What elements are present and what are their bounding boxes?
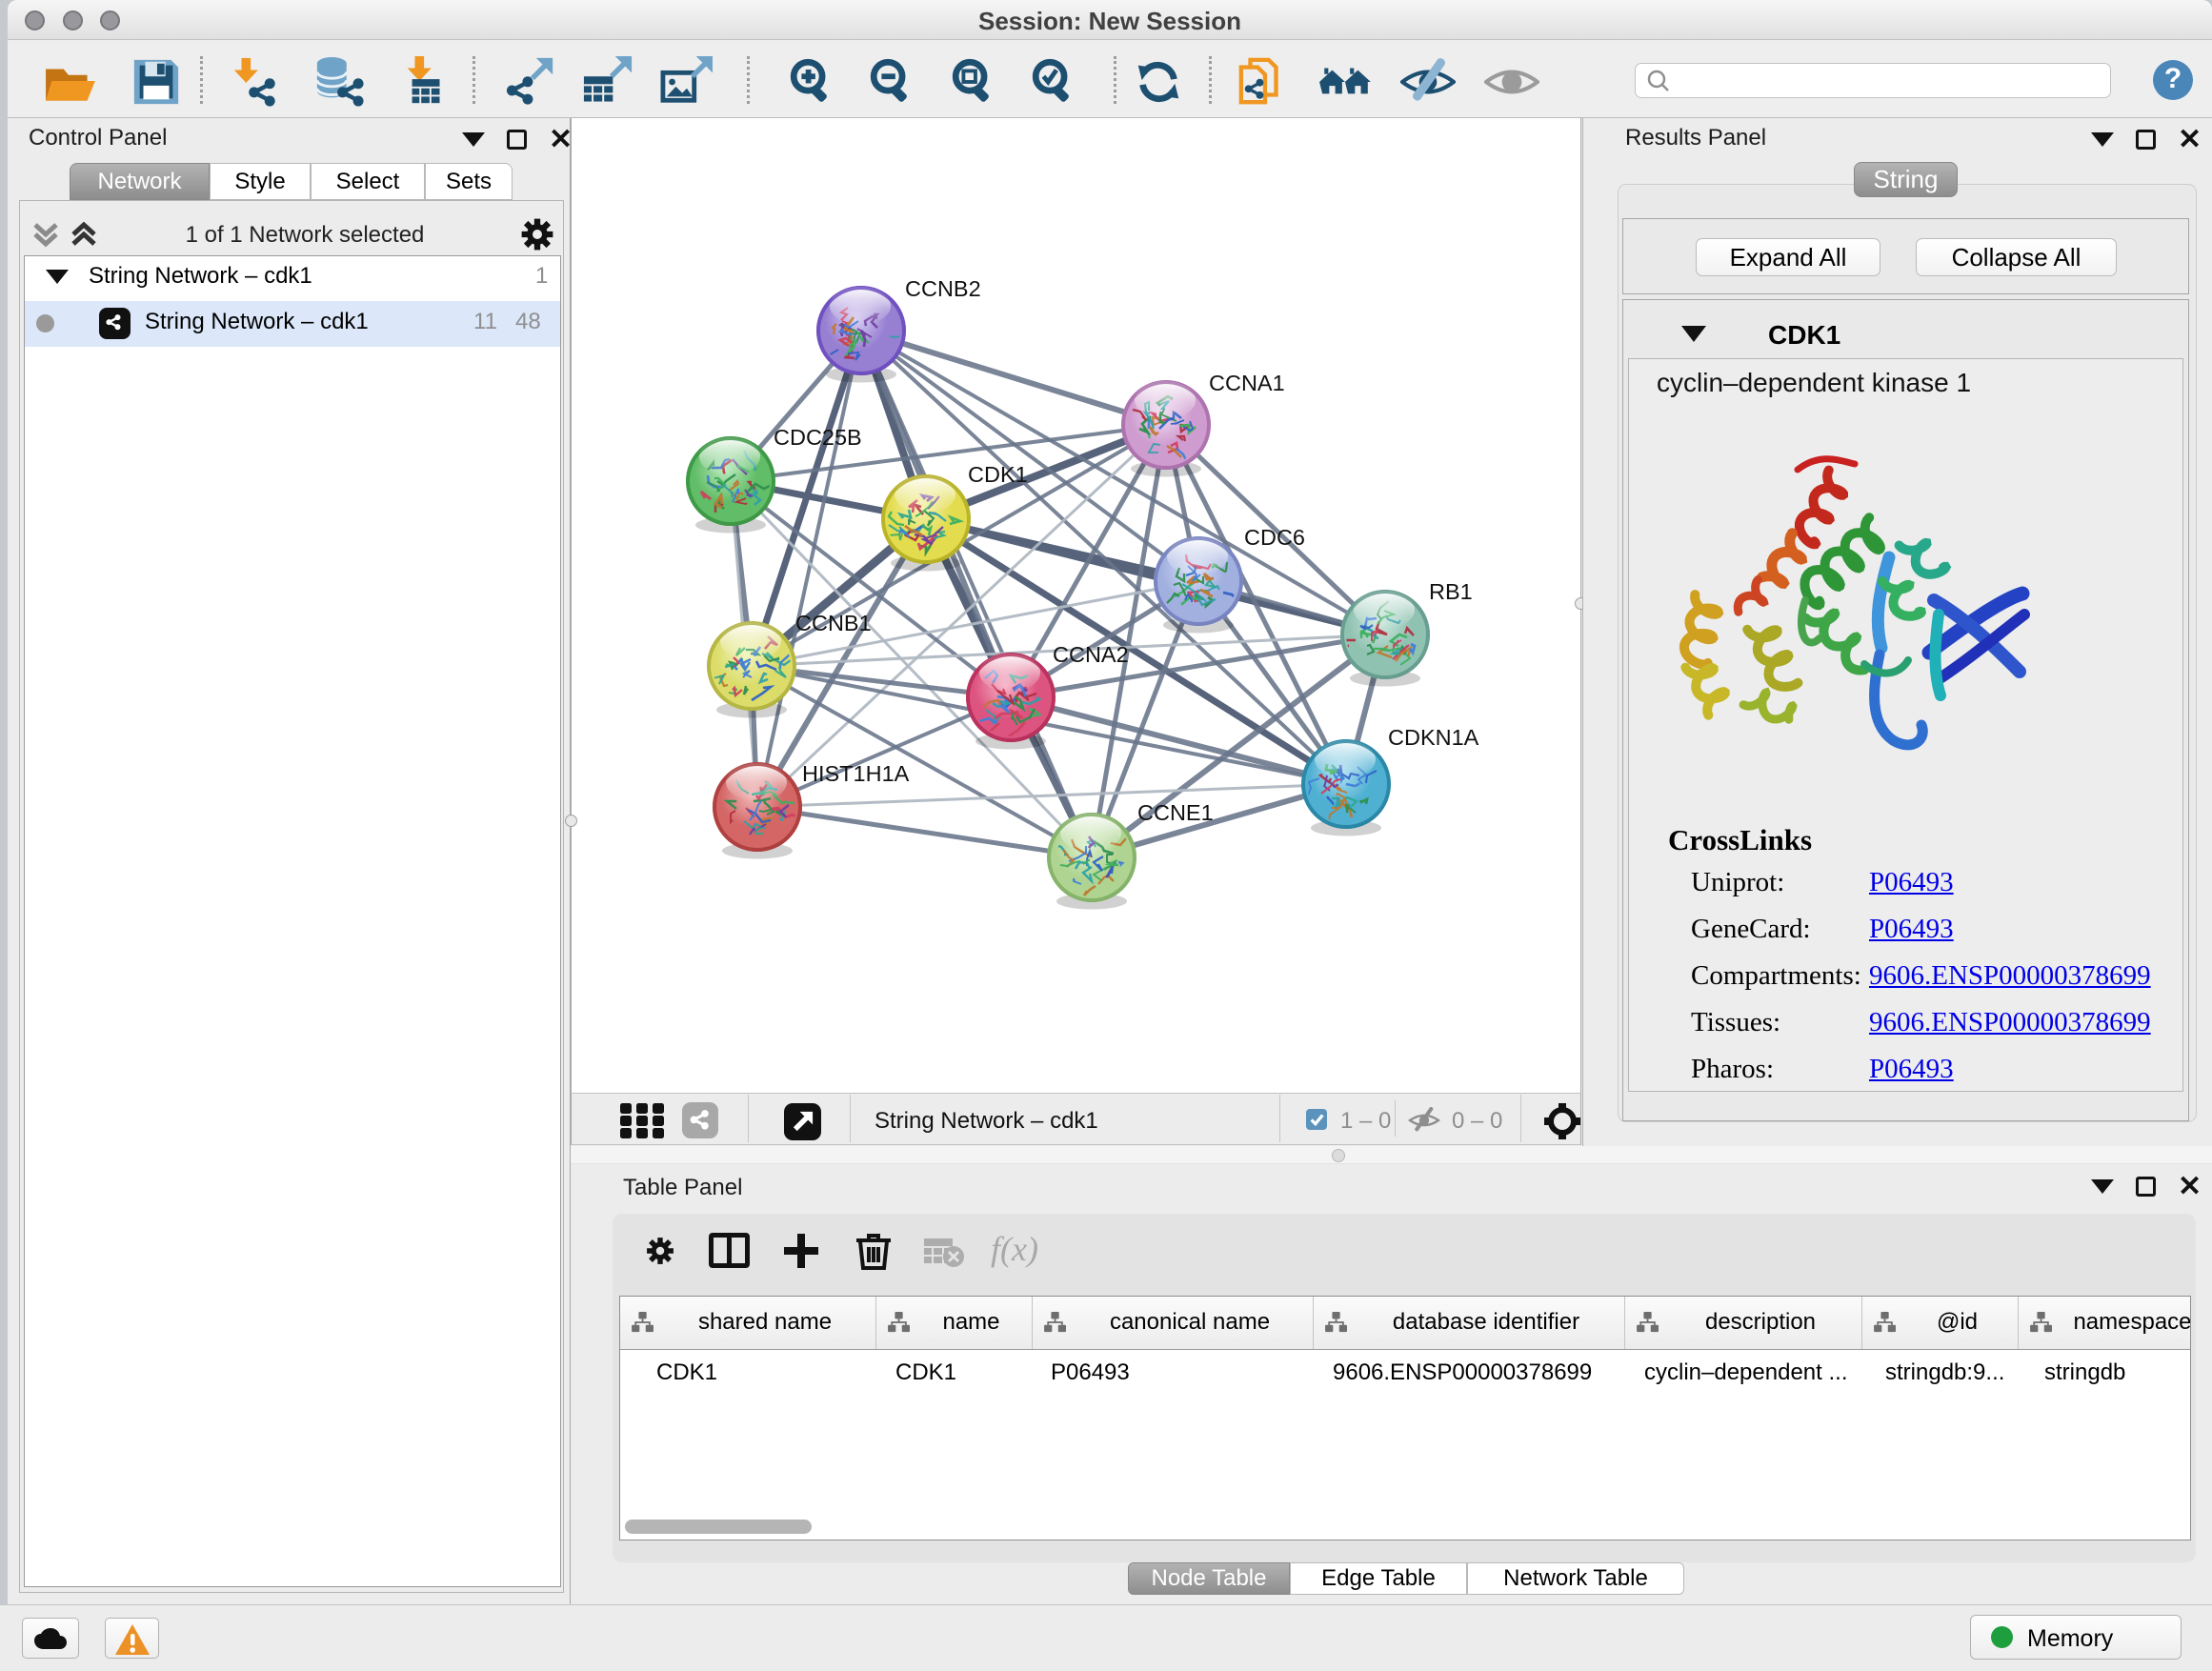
svg-text:RB1: RB1 — [1429, 579, 1473, 604]
svg-text:CCNA2: CCNA2 — [1053, 642, 1129, 667]
svg-text:CDK1: CDK1 — [968, 462, 1028, 487]
svg-text:CCNB2: CCNB2 — [905, 276, 981, 301]
svg-text:CDKN1A: CDKN1A — [1388, 725, 1479, 750]
svg-text:CCNB1: CCNB1 — [795, 611, 872, 635]
svg-text:CCNE1: CCNE1 — [1137, 800, 1214, 825]
svg-text:CCNA1: CCNA1 — [1209, 371, 1285, 395]
svg-text:HIST1H1A: HIST1H1A — [802, 761, 910, 786]
svg-text:CDC6: CDC6 — [1244, 525, 1305, 550]
svg-text:CDC25B: CDC25B — [774, 425, 862, 450]
